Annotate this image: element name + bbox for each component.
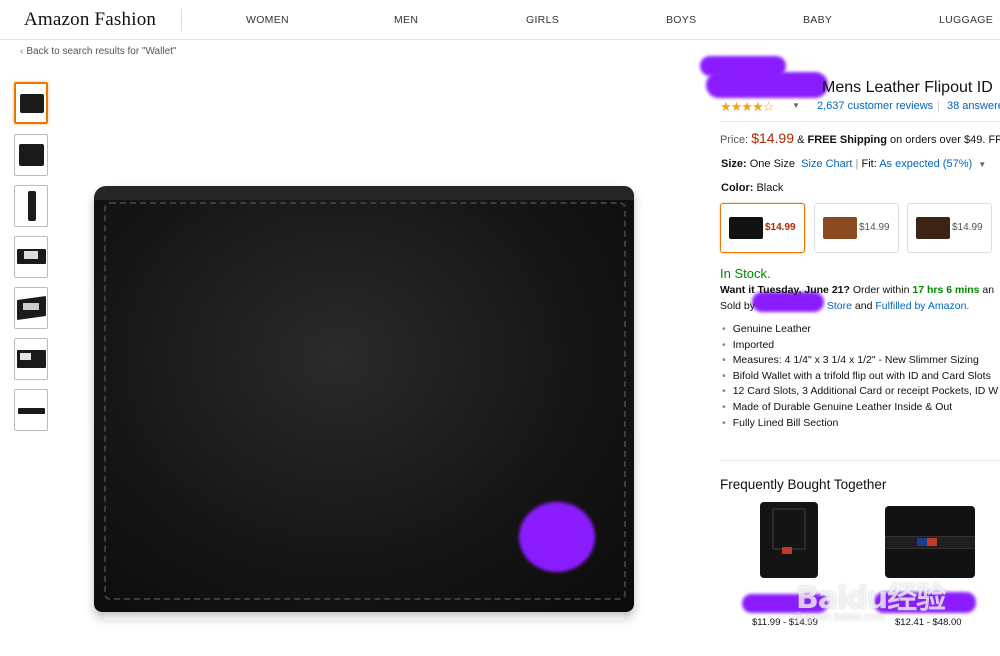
free-shipping-label[interactable]: FREE Shipping <box>807 134 886 146</box>
product-title: Mens Leather Flipout ID <box>822 79 993 96</box>
list-item: 12 Card Slots, 3 Additional Card or rece… <box>722 385 999 401</box>
wallet-swatch-icon <box>729 217 763 239</box>
divider <box>720 121 1000 122</box>
redaction-blot-title <box>706 72 828 98</box>
list-item: Imported <box>722 339 998 355</box>
redaction-blot-logo <box>519 502 595 572</box>
list-item: Bifold Wallet with a trifold flip out wi… <box>722 370 998 386</box>
thumbnail-wallet-profile[interactable] <box>14 389 48 431</box>
fit-value-link[interactable]: As expected (57%) <box>879 158 972 170</box>
thumbnail-wallet-side[interactable] <box>14 185 48 227</box>
nav-women[interactable]: WOMEN <box>246 14 289 26</box>
list-item: Made of Durable Genuine Leather Inside &… <box>722 401 998 417</box>
nav-girls[interactable]: GIRLS <box>526 14 559 26</box>
sold-by-row: Sold by Store and Fulfilled by Amazon. <box>720 300 969 312</box>
sold-and: and <box>854 300 873 312</box>
wallet-back-icon <box>19 144 44 166</box>
nav-baby[interactable]: BABY <box>803 14 832 26</box>
fulfilled-by-amazon-link[interactable]: Fulfilled by Amazon. <box>875 300 969 312</box>
price-value: $14.99 <box>751 130 795 146</box>
logo-divider <box>181 9 182 31</box>
nav-luggage[interactable]: LUGGAGE <box>939 14 993 26</box>
chevron-down-icon[interactable]: ▼ <box>978 160 986 169</box>
id-window-icon <box>23 303 39 310</box>
back-link-label: Back to search results for "Wallet" <box>26 46 177 57</box>
wallet-front-icon <box>20 94 44 113</box>
size-chart-link[interactable]: Size Chart <box>801 158 852 170</box>
brand-tag-icon <box>782 547 792 554</box>
star-rating[interactable]: ★★★★☆ <box>720 99 774 115</box>
sold-by-label: Sold by <box>720 300 756 312</box>
card-slot-icon <box>24 251 38 259</box>
list-item: Fully Lined Bill Section <box>722 417 998 433</box>
wallet-reflection <box>104 612 624 620</box>
color-swatch-black[interactable]: $14.99 <box>720 203 805 253</box>
id-card-icon <box>20 353 31 360</box>
shipping-prefix: & <box>797 134 805 146</box>
price-row: Price: $14.99 & FREE Shipping on orders … <box>720 130 1000 146</box>
answered-questions-link[interactable]: 38 answere <box>947 100 1000 112</box>
brand-flag-icon <box>917 538 927 546</box>
thumbnail-wallet-id-window[interactable] <box>14 338 48 380</box>
thumbnail-wallet-back[interactable] <box>14 134 48 176</box>
color-label: Color: <box>721 182 754 194</box>
delivery-message: Want it Tuesday, June 21? Order within 1… <box>720 284 994 296</box>
delivery-order-within: Order within <box>852 284 910 296</box>
color-row: Color: Black <box>721 182 783 194</box>
delivery-countdown: 17 hrs 6 mins <box>912 284 980 296</box>
list-item: Genuine Leather <box>722 323 998 339</box>
fit-label: Fit: <box>861 158 877 170</box>
price-label: Price: <box>720 134 749 146</box>
size-row: Size: One Size Size Chart | Fit: As expe… <box>721 158 986 170</box>
list-item: Measures: 4 1/4" x 3 1/4 x 1/2" - New Sl… <box>722 354 998 370</box>
thumbnail-wallet-flipout[interactable] <box>14 287 48 329</box>
color-value: Black <box>756 182 784 194</box>
wallet-top-edge <box>94 186 634 200</box>
seller-store-link[interactable]: Store <box>827 300 852 312</box>
wallet-profile-icon <box>18 408 45 414</box>
availability-status: In Stock. <box>720 266 771 281</box>
fbt-item-price: $12.41 - $48.00 <box>895 617 962 628</box>
wallet-swatch-icon <box>823 217 857 239</box>
watermark-url: jingyan.baidu.com <box>796 611 885 623</box>
money-clip-icon <box>772 508 806 550</box>
wallet-swatch-icon <box>916 217 950 239</box>
delivery-date: Want it Tuesday, June 21? <box>720 284 850 296</box>
swatch-price: $14.99 <box>765 222 796 233</box>
divider <box>720 460 1000 461</box>
chevron-down-icon[interactable]: ▼ <box>792 101 800 110</box>
thumbnail-wallet-open[interactable] <box>14 236 48 278</box>
back-to-search-link[interactable]: ‹ Back to search results for "Wallet" <box>20 46 176 57</box>
chevron-left-icon: ‹ <box>20 46 24 57</box>
swatch-price: $14.99 <box>952 222 983 233</box>
delivery-suffix: an <box>982 284 995 296</box>
nav-boys[interactable]: BOYS <box>666 14 696 26</box>
thumbnail-wallet-front[interactable] <box>14 82 48 124</box>
top-navigation-bar: Amazon Fashion WOMEN MEN GIRLS BOYS BABY… <box>0 0 1000 40</box>
feature-bullets: Genuine Leather Imported Measures: 4 1/4… <box>722 323 999 433</box>
fit-separator: | <box>855 158 859 170</box>
size-label: Size: <box>721 158 747 170</box>
color-swatch-brown[interactable]: $14.99 <box>907 203 992 253</box>
size-value: One Size <box>749 158 795 170</box>
amazon-fashion-logo[interactable]: Amazon Fashion <box>24 9 156 31</box>
wallet-side-icon <box>28 191 36 221</box>
swatch-price: $14.99 <box>859 222 890 233</box>
color-swatch-tan[interactable]: $14.99 <box>814 203 899 253</box>
shipping-condition: on orders over $49. FR <box>890 134 1000 146</box>
reviews-separator: | <box>937 100 940 112</box>
brand-flag-icon <box>927 538 937 546</box>
frequently-bought-together-title: Frequently Bought Together <box>720 477 887 492</box>
customer-reviews-link[interactable]: 2,637 customer reviews <box>817 100 933 112</box>
nav-men[interactable]: MEN <box>394 14 418 26</box>
